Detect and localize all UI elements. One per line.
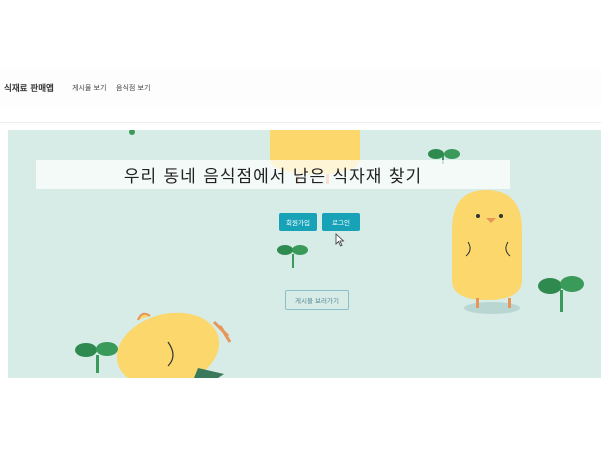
brand-logo[interactable]: 식재료 판매앱 [4,82,54,94]
cursor-icon [335,233,345,247]
login-button[interactable]: 로그인 [322,213,360,231]
sprout-icon [277,245,308,268]
sprout-icon [129,130,135,135]
hero-title-bar: 우리 동네 음식점에서 남은 식자재 찾기 [36,160,510,189]
nav-divider [0,122,601,123]
sprout-icon [538,276,584,312]
nav-link-posts[interactable]: 게시물 보기 [72,83,106,93]
chick-illustration-right [452,190,522,314]
hero-title: 우리 동네 음식점에서 남은 식자재 찾기 [123,167,423,187]
nav-link-restaurants[interactable]: 음식점 보기 [116,83,150,93]
signup-button[interactable]: 회원가입 [279,213,317,231]
hero-section: 우리 동네 음식점에서 남은 식자재 찾기 회원가입 로그인 게시물 보러가기 [8,130,601,378]
chick-illustration-bottom [116,312,232,378]
view-posts-button[interactable]: 게시물 보러가기 [285,290,349,310]
sprout-icon [75,342,118,373]
